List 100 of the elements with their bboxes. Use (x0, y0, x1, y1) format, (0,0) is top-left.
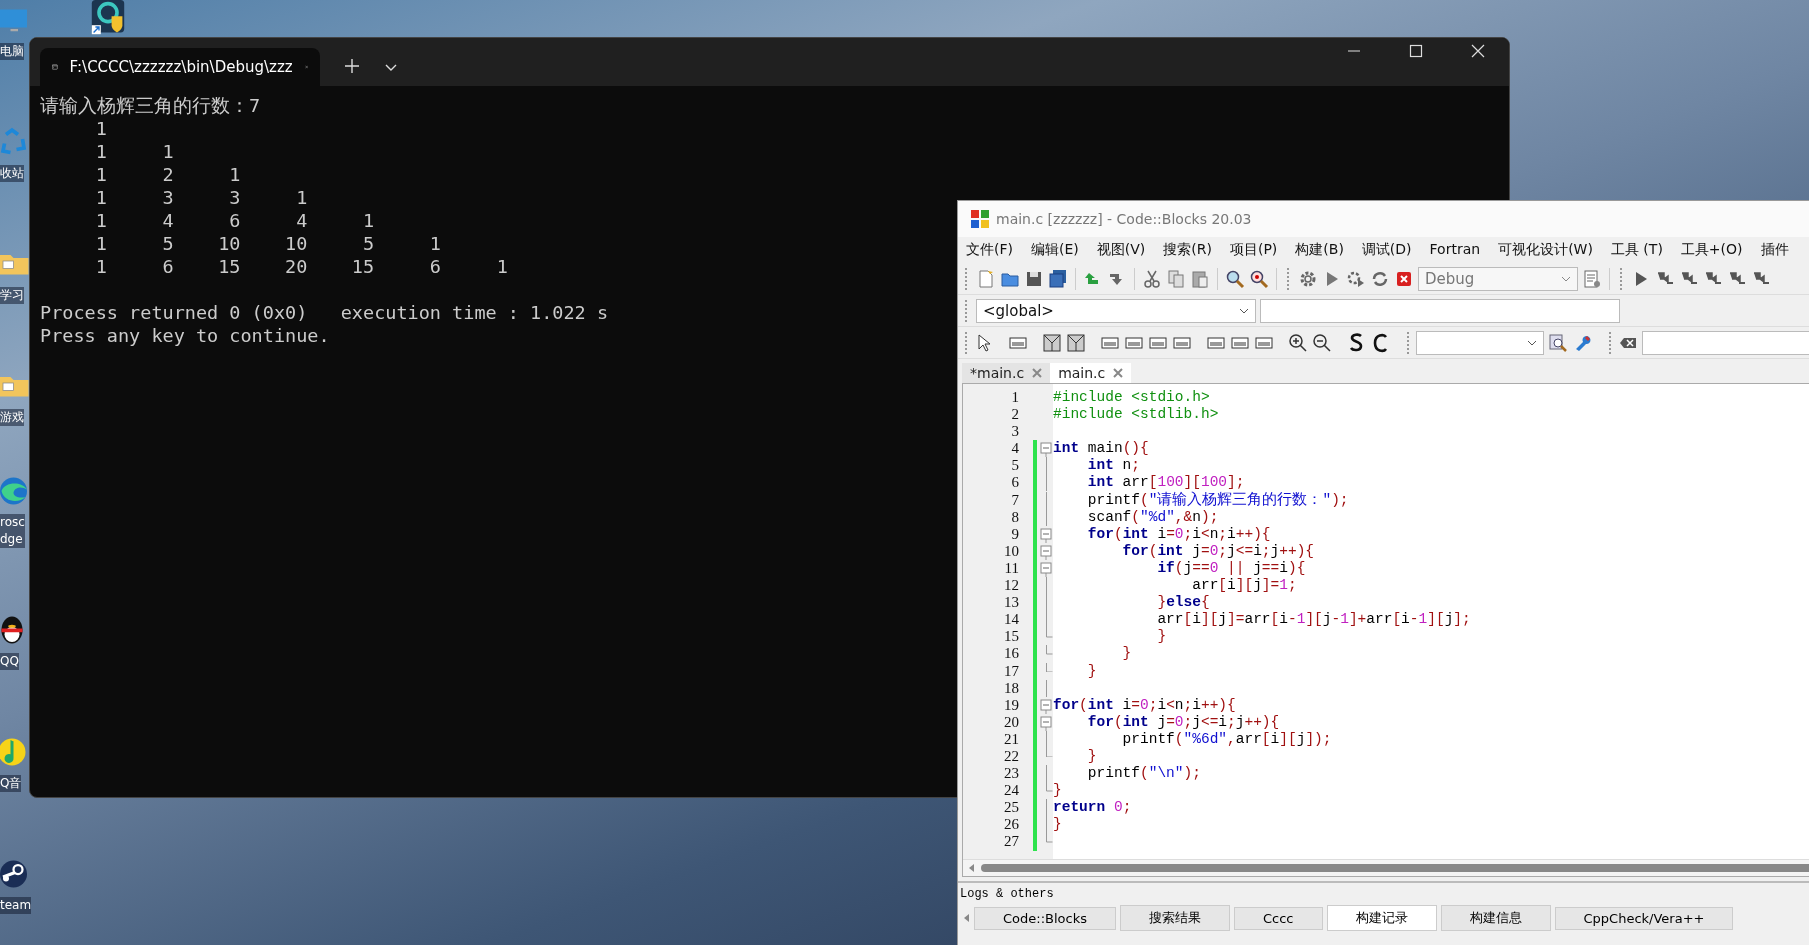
menu-item[interactable]: 文件(F) (966, 241, 1013, 259)
console-status-line: Process returned 0 (0x0) execution time : 1.022 s (40, 301, 609, 324)
cubes-app-icon (970, 209, 990, 229)
line-number: 20 (1003, 713, 1019, 731)
desktop-icon-label[interactable]: QQ (0, 653, 19, 670)
log-tab[interactable]: CppCheck/Vera++ (1554, 906, 1734, 930)
code-line: int n; (1086, 457, 1141, 475)
copy-icon[interactable] (1166, 268, 1186, 289)
scope-dropdown[interactable]: <global> (976, 298, 1256, 323)
line-number: 11 (1003, 559, 1019, 578)
paste-icon[interactable] (1190, 268, 1210, 289)
scroll-left-icon[interactable] (967, 863, 975, 873)
search-icon[interactable] (1548, 332, 1568, 353)
log-tab[interactable]: 构建记录 (1326, 905, 1437, 931)
line-number: 27 (1003, 833, 1019, 851)
log-tab[interactable]: 构建信息 (1440, 905, 1551, 931)
editor-tab[interactable]: main.c (1050, 363, 1132, 383)
menu-item[interactable]: 工具+(O) (1680, 241, 1743, 259)
tab-title: F:\CCCC\zzzzzz\bin\Debug\zzz (69, 58, 293, 76)
menu-item[interactable]: Fortran (1429, 241, 1481, 259)
code-line: return 0; (1053, 799, 1132, 817)
code-line: #include <stdio.h> (1053, 389, 1210, 407)
console-output-line: 1 6 15 20 15 6 1 (94, 255, 508, 278)
line-number: 25 (1003, 799, 1019, 817)
desktop-icon-label[interactable]: team (0, 897, 32, 914)
fold-toggle-icon[interactable] (1039, 542, 1053, 560)
desktop-icon-label[interactable]: 学习 (0, 287, 24, 304)
line-number: 13 (1003, 594, 1019, 612)
code-line: if(j==0 || j==i){ (1156, 559, 1306, 578)
code-line: printf("\n"); (1086, 765, 1201, 783)
build-target-dropdown[interactable]: Debug (1418, 266, 1578, 291)
code-line: } (1086, 662, 1097, 680)
maximize-icon[interactable] (1409, 44, 1423, 58)
fold-toggle-icon[interactable] (1039, 713, 1053, 731)
fold-toggle-icon[interactable] (1039, 696, 1053, 714)
console-status-line: Press any key to continue. (40, 324, 330, 347)
caret-icon (1239, 307, 1249, 314)
desktop-icon-label[interactable]: 电脑 (0, 43, 24, 60)
fold-toggle-icon[interactable] (1039, 440, 1053, 458)
fold-toggle-icon[interactable] (1039, 525, 1053, 543)
menu-item[interactable]: 可视化设计(W) (1498, 241, 1593, 259)
menu-item[interactable]: 视图(V) (1096, 241, 1146, 259)
log-tab[interactable]: 搜索结果 (1120, 905, 1230, 931)
line-number: 3 (1010, 423, 1019, 441)
code-line: } (1156, 628, 1167, 646)
console-output-line: 1 5 10 10 5 1 (94, 232, 441, 255)
horizontal-scrollbar[interactable] (963, 859, 1809, 876)
grid-icon[interactable] (1042, 332, 1062, 353)
code-line: printf("请输入杨辉三角的行数："); (1086, 491, 1349, 509)
desktop-icon-label[interactable]: Q音 (0, 775, 22, 792)
search-icon[interactable] (1225, 268, 1245, 289)
code-line: int main(){ (1053, 440, 1149, 458)
menu-item[interactable]: 构建(B) (1295, 241, 1344, 259)
line-number: 17 (1003, 662, 1019, 680)
log-tab[interactable]: Code::Blocks (974, 906, 1116, 930)
code-line: for(int j=0;j<=i;j++){ (1121, 542, 1315, 560)
cut-icon[interactable] (1142, 268, 1162, 289)
code-line: } (1053, 816, 1062, 834)
save-all-icon[interactable] (1048, 268, 1068, 289)
caret-icon (1561, 275, 1571, 282)
line-number: 12 (1003, 577, 1019, 595)
panel-title: Logs & others (959, 886, 1055, 903)
menu-item[interactable]: 搜索(R) (1163, 241, 1212, 259)
desktop-icon-label[interactable]: rosc dge (0, 514, 25, 548)
line-number: 4 (1010, 440, 1019, 458)
grid-icon[interactable] (1066, 332, 1086, 353)
menu-item[interactable]: 工具 (T) (1610, 241, 1663, 259)
dropdown-icon[interactable] (384, 62, 398, 72)
scroll-left-icon[interactable] (962, 913, 970, 923)
code-line: arr[i][j]=arr[i-1][j-1]+arr[i-1][j]; (1156, 611, 1471, 629)
options-list-icon[interactable] (1582, 268, 1602, 289)
log-tab[interactable]: Cccc (1234, 906, 1323, 930)
code-line: } (1121, 645, 1132, 663)
code-line: int arr[100][100]; (1086, 474, 1245, 491)
line-number: 6 (1010, 474, 1019, 492)
desktop-icon-label[interactable]: 收站 (0, 165, 24, 182)
desktop-icon-label[interactable]: 游戏 (0, 409, 24, 426)
console-output-line: 1 3 3 1 (94, 186, 308, 209)
line-number: 15 (1003, 628, 1019, 646)
fold-toggle-icon[interactable] (1039, 559, 1053, 577)
fold-end-icon (1045, 747, 1053, 758)
zoom-out-icon[interactable] (1312, 332, 1332, 353)
zoom-in-icon[interactable] (1288, 332, 1308, 353)
terminal-tab[interactable]: F:\CCCC\zzzzzz\bin\Debug\zzz (40, 48, 320, 86)
editor-tab[interactable]: *main.c (962, 363, 1051, 383)
menu-item[interactable]: 调试(D) (1361, 241, 1412, 259)
line-number: 24 (1003, 782, 1019, 800)
fold-line-icon (1045, 679, 1047, 697)
code-line: for(int i=0;i<n;i++){ (1053, 696, 1236, 714)
menu-item[interactable]: 编辑(E) (1031, 241, 1079, 259)
line-number: 14 (1003, 611, 1019, 629)
menu-item[interactable]: 项目(P) (1229, 241, 1278, 259)
code-line: arr[i][j]=1; (1191, 577, 1297, 595)
replace-icon[interactable] (1249, 268, 1269, 289)
code-editor[interactable] (962, 383, 1809, 877)
line-number: 16 (1003, 645, 1019, 663)
console-output-line: 1 1 (94, 140, 174, 163)
menu-item[interactable]: 插件 (1760, 241, 1789, 259)
code-line: }else{ (1156, 594, 1210, 612)
new-tab-icon[interactable] (344, 58, 360, 74)
